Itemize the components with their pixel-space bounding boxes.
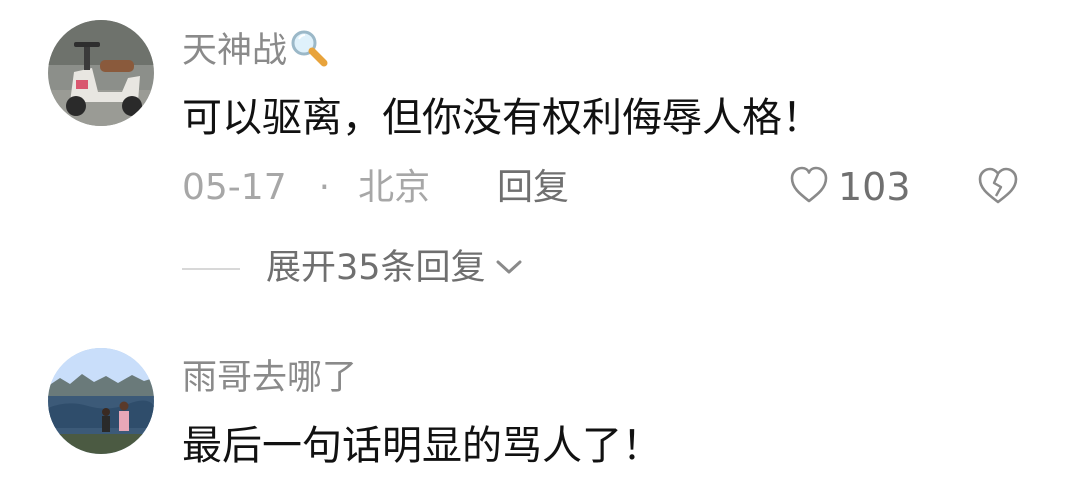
expand-replies-label: 展开35条回复 xyxy=(266,248,486,288)
comment-item: 天神战 可以驱离，但你没有权利侮辱人格！ 05-17 · 北京 回复 103 xyxy=(0,0,1083,240)
meta-separator: · xyxy=(318,167,331,208)
comment-date: 05-17 xyxy=(182,167,287,208)
comment-meta: 05-17 · 北京 xyxy=(182,170,430,206)
magnifier-icon xyxy=(289,28,329,75)
dislike-button[interactable] xyxy=(976,166,1020,210)
heart-icon xyxy=(788,165,830,209)
comment-location: 北京 xyxy=(358,167,431,208)
avatar[interactable] xyxy=(48,348,154,454)
chevron-down-icon xyxy=(494,257,524,281)
like-count: 103 xyxy=(838,165,911,209)
comment-text: 可以驱离，但你没有权利侮辱人格！ xyxy=(182,95,822,141)
reply-button[interactable]: 回复 xyxy=(497,170,569,206)
comment-text: 最后一句话明显的骂人了！ xyxy=(182,423,662,469)
username-text: 雨哥去哪了 xyxy=(182,358,358,398)
username[interactable]: 天神战 xyxy=(182,28,329,75)
divider-line xyxy=(182,267,240,270)
comment-item: 雨哥去哪了 最后一句话明显的骂人了！ xyxy=(0,340,1083,498)
expand-replies-button[interactable]: 展开35条回复 xyxy=(182,251,524,286)
username-text: 天神战 xyxy=(182,31,288,71)
broken-heart-icon xyxy=(976,167,1020,210)
like-button[interactable]: 103 xyxy=(788,165,911,209)
username[interactable]: 雨哥去哪了 xyxy=(182,361,357,396)
avatar[interactable] xyxy=(48,20,154,126)
